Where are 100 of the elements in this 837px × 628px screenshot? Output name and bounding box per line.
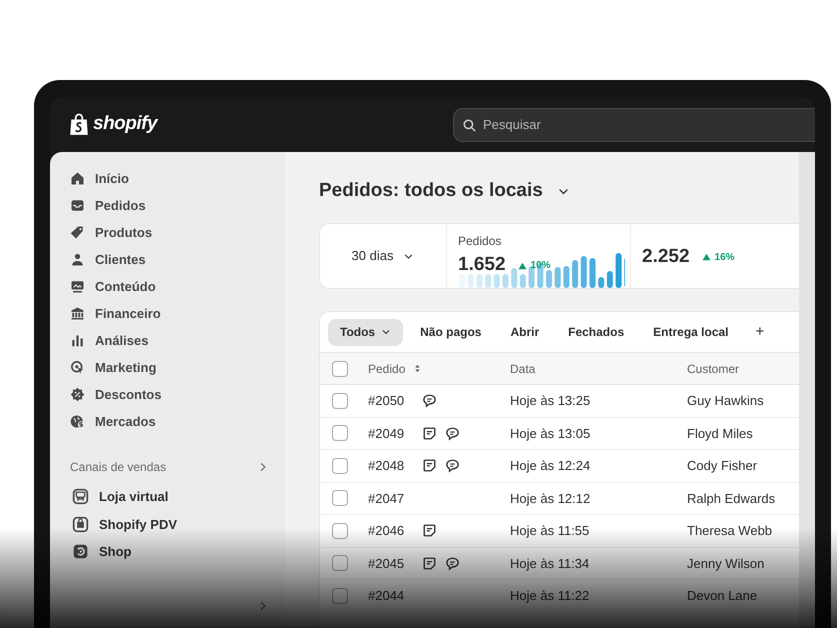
chevron-down-icon: [381, 327, 392, 337]
order-number[interactable]: #2047: [368, 488, 412, 508]
monitor-icon: [70, 279, 85, 294]
order-number[interactable]: #2044: [368, 586, 412, 606]
nav-item[interactable]: Descontos: [70, 381, 269, 408]
sparkline-bar: [598, 277, 604, 288]
sparkline-bar: [476, 274, 482, 288]
bank-icon: [70, 306, 85, 321]
speech-bubble-icon: [445, 458, 460, 474]
sparkline-bar: [572, 260, 578, 288]
nav-item[interactable]: Clientes: [70, 246, 269, 273]
bag-tile-icon: [72, 516, 89, 533]
tray-icon: [70, 198, 85, 213]
column-header[interactable]: Pedido: [368, 360, 406, 378]
filter-tab[interactable]: Fechados: [556, 318, 636, 346]
change-indicator: 10%: [518, 258, 551, 273]
customer-cell-text: Floyd Miles: [687, 424, 754, 443]
metric-label: Pedidos: [458, 233, 502, 250]
column-header[interactable]: Customer: [687, 360, 740, 378]
person-icon: [70, 252, 85, 267]
page-title: Pedidos: todos os locais: [319, 178, 543, 203]
nav-item[interactable]: Shop: [70, 538, 269, 566]
nav-item[interactable]: Produtos: [70, 219, 269, 246]
customer-cell-text: Theresa Webb: [687, 522, 774, 540]
date-cell-text: Hoje às 11:55: [510, 522, 590, 540]
checkbox[interactable]: [332, 555, 348, 572]
storefront-icon: [72, 488, 89, 506]
order-number[interactable]: #2046: [368, 521, 412, 540]
nav-item[interactable]: Análises: [70, 327, 269, 354]
checkbox[interactable]: [332, 458, 348, 474]
sparkline-bar: [546, 270, 552, 288]
sort-icon: [413, 363, 422, 374]
sparkline-bar: [563, 266, 570, 288]
checkbox[interactable]: [332, 425, 348, 442]
logo-wordmark: shopify: [93, 112, 158, 136]
sparkline-bar: [520, 274, 526, 288]
filter-tab[interactable]: Entrega local: [641, 318, 740, 346]
shop-app-icon: [72, 543, 89, 560]
metric-value: 1.652: [458, 253, 506, 278]
sparkline-bar: [459, 274, 465, 288]
note-icon: [422, 426, 437, 441]
order-number[interactable]: #2048: [368, 456, 412, 476]
change-indicator: 16%: [702, 250, 735, 264]
search-field[interactable]: Pesquisar: [453, 108, 815, 142]
select-all-checkbox[interactable]: [332, 360, 348, 376]
sparkline-bar: [616, 253, 622, 288]
date-cell-text: Hoje às 11:22: [510, 587, 590, 605]
note-icon: [422, 556, 437, 571]
nav-item[interactable]: Marketing: [70, 354, 269, 381]
sparkline-bar: [606, 271, 613, 288]
order-number[interactable]: #2050: [368, 391, 412, 410]
checkbox[interactable]: [332, 392, 348, 409]
speech-bubble-icon: [445, 426, 460, 441]
target-cursor-icon: [70, 360, 85, 375]
nav-item[interactable]: Shopify PDV: [70, 510, 269, 538]
metric-value: 2.252: [642, 244, 690, 269]
checkbox[interactable]: [332, 522, 348, 539]
date-cell-text: Hoje às 13:05: [510, 424, 592, 443]
sparkline-bar: [624, 257, 625, 288]
checkbox[interactable]: [332, 490, 348, 506]
sparkline-bar: [590, 258, 596, 288]
date-cell-text: Hoje às 13:25: [510, 392, 592, 410]
nav-item[interactable]: Financeiro: [70, 300, 269, 327]
checkbox[interactable]: [332, 588, 348, 604]
filter-tab[interactable]: Não pagos: [408, 318, 494, 346]
order-number[interactable]: #2045: [368, 554, 412, 573]
nav-item[interactable]: Início: [70, 165, 269, 192]
customer-cell-text: Jenny Wilson: [687, 554, 766, 573]
customer-cell-text: Ralph Edwards: [687, 490, 776, 508]
note-icon: [422, 458, 437, 474]
sparkline-bar: [511, 268, 518, 288]
customer-cell-text: Guy Hawkins: [687, 392, 765, 410]
sparkline-bar: [494, 274, 500, 288]
period-dropdown[interactable]: 30 dias: [352, 246, 414, 266]
nav-item[interactable]: Loja virtual: [70, 483, 269, 510]
house-icon: [70, 171, 85, 186]
filter-tab[interactable]: Todos: [328, 318, 404, 346]
sparkline-bar: [580, 256, 587, 288]
sparkline-bar: [468, 274, 474, 288]
speech-bubble-icon: [445, 556, 460, 571]
customer-cell-text: Devon Lane: [687, 587, 758, 605]
add-tab-button[interactable]: +: [746, 318, 774, 346]
globe-dollar-icon: [70, 414, 85, 429]
sparkline-bar: [485, 274, 492, 288]
tag-icon: [70, 225, 85, 240]
percent-badge-icon: [70, 387, 85, 402]
filter-tab[interactable]: Abrir: [498, 318, 552, 346]
sparkline-bar: [554, 267, 561, 288]
column-header[interactable]: Data: [510, 360, 536, 378]
nav-item[interactable]: Pedidos: [70, 192, 269, 219]
date-cell-text: Hoje às 12:24: [510, 457, 592, 475]
nav-item[interactable]: Mercados: [70, 408, 269, 435]
speech-bubble-icon: [422, 393, 437, 408]
section-heading: Canais de vendas: [70, 459, 166, 476]
order-number[interactable]: #2049: [368, 424, 412, 443]
bar-chart-icon: [70, 333, 85, 348]
note-icon: [422, 523, 437, 538]
sparkline-bar: [502, 274, 508, 288]
shopping-bag-icon: [68, 112, 90, 136]
nav-item[interactable]: Conteúdo: [70, 273, 269, 300]
